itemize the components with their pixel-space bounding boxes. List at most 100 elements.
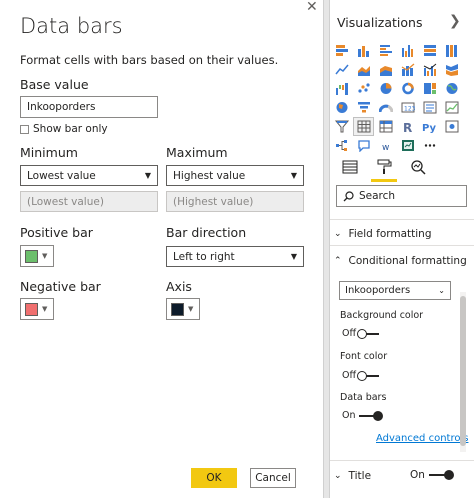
line-chart-icon[interactable]	[332, 61, 351, 78]
decomposition-tree-icon[interactable]	[332, 137, 351, 154]
search-placeholder: Search	[359, 190, 396, 202]
bar-direction-select[interactable]: Left to right ▼	[166, 246, 304, 267]
data-bars-label: Data bars	[340, 392, 387, 403]
title-section[interactable]: ⌄ Title	[334, 470, 371, 482]
clustered-bar-chart-icon[interactable]	[376, 42, 395, 59]
data-bars-state: On	[342, 410, 356, 421]
pane-tabs	[340, 156, 428, 182]
line-and-column-chart-icon[interactable]	[398, 61, 417, 78]
separator	[330, 245, 474, 246]
advanced-controls-link[interactable]: Advanced controls	[376, 433, 468, 444]
background-color-label: Background color	[340, 310, 424, 321]
negative-color-swatch	[25, 302, 38, 316]
table-icon[interactable]	[353, 117, 374, 136]
title-toggle[interactable]: On	[410, 469, 454, 481]
negative-bar-label: Negative bar	[20, 279, 101, 294]
minimum-select[interactable]: Lowest value ▼	[20, 165, 158, 186]
svg-text:Py: Py	[422, 123, 437, 133]
ribbon-chart-icon[interactable]	[442, 61, 461, 78]
line-and-clustered-column-chart-icon[interactable]	[420, 61, 439, 78]
cancel-button[interactable]: Cancel	[250, 468, 296, 488]
caret-down-icon: ▼	[144, 171, 151, 180]
gauge-icon[interactable]	[376, 99, 395, 116]
chevron-down-icon: ⌄	[334, 229, 342, 239]
python-visual-icon[interactable]: Py	[420, 118, 439, 135]
base-value-input[interactable]: Inkooporders	[20, 96, 158, 118]
bar-direction-label: Bar direction	[166, 225, 247, 240]
key-influencers-icon[interactable]	[442, 118, 461, 135]
analytics-tab[interactable]	[408, 156, 428, 178]
conditional-formatting-label: Conditional formatting	[348, 255, 467, 267]
stacked-bar-chart-icon[interactable]	[332, 42, 351, 59]
conditional-field-select[interactable]: Inkooporders ⌄	[339, 281, 451, 300]
stacked-column-chart-icon[interactable]	[354, 42, 373, 59]
font-color-toggle[interactable]: Off	[342, 370, 380, 381]
separator	[330, 460, 474, 461]
ok-button[interactable]: OK	[191, 468, 237, 488]
map-icon[interactable]	[442, 80, 461, 97]
maximum-label: Maximum	[166, 145, 228, 160]
fields-tab[interactable]	[340, 156, 360, 178]
kpi-icon[interactable]	[442, 99, 461, 116]
pie-chart-icon[interactable]	[376, 80, 395, 97]
data-bars-toggle[interactable]: On	[342, 410, 383, 421]
svg-text:R: R	[403, 121, 412, 133]
100-stacked-bar-chart-icon[interactable]	[420, 42, 439, 59]
positive-bar-label: Positive bar	[20, 225, 93, 240]
waterfall-chart-icon[interactable]	[332, 80, 351, 97]
maximum-select[interactable]: Highest value ▼	[166, 165, 304, 186]
show-bar-only-label: Show bar only	[33, 123, 108, 135]
fields-icon	[342, 160, 358, 174]
slicer-icon[interactable]	[332, 118, 351, 135]
visualizations-pane: Visualizations ❯ 123 R Py w Search ⌄ Fie…	[329, 0, 474, 498]
search-icon	[343, 190, 354, 202]
caret-down-icon: ▼	[42, 305, 48, 313]
matrix-icon[interactable]	[376, 118, 395, 135]
scrollbar-thumb[interactable]	[460, 296, 466, 446]
custom-visual-icon[interactable]	[398, 137, 417, 154]
funnel-chart-icon[interactable]	[354, 99, 373, 116]
search-input[interactable]: Search	[336, 185, 467, 207]
axis-label: Axis	[166, 279, 192, 294]
r-script-visual-icon[interactable]: R	[398, 118, 417, 135]
separator	[330, 219, 474, 220]
background-color-toggle[interactable]: Off	[342, 328, 380, 339]
collapse-pane-icon[interactable]: ❯	[449, 13, 461, 29]
conditional-formatting-section[interactable]: ⌃ Conditional formatting	[334, 255, 467, 267]
field-formatting-section[interactable]: ⌄ Field formatting	[334, 228, 432, 240]
checkbox-icon[interactable]	[20, 124, 29, 134]
scatter-chart-icon[interactable]	[354, 80, 373, 97]
100-stacked-column-chart-icon[interactable]	[442, 42, 461, 59]
caret-down-icon: ▼	[290, 252, 297, 261]
background-color-state: Off	[342, 328, 357, 339]
donut-chart-icon[interactable]	[398, 80, 417, 97]
stacked-area-chart-icon[interactable]	[376, 61, 395, 78]
filled-map-icon[interactable]	[332, 99, 351, 116]
visual-type-grid: 123 R Py w	[332, 42, 472, 156]
minimum-value-placeholder: (Lowest value)	[27, 195, 104, 208]
caret-down-icon: ▼	[290, 171, 297, 180]
minimum-value-input: (Lowest value)	[20, 191, 158, 212]
card-icon[interactable]: 123	[398, 99, 417, 116]
negative-bar-color-picker[interactable]: ▼	[20, 298, 54, 320]
clustered-column-chart-icon[interactable]	[398, 42, 417, 59]
font-color-state: Off	[342, 370, 357, 381]
more-options-icon[interactable]	[420, 137, 439, 154]
close-icon[interactable]: ✕	[306, 0, 320, 14]
chevron-up-icon: ⌃	[334, 256, 342, 266]
dialog-description: Format cells with bars based on their va…	[20, 53, 279, 67]
bar-direction-selected: Left to right	[173, 250, 235, 263]
word-visual-icon[interactable]: w	[376, 137, 395, 154]
show-bar-only-checkbox[interactable]: Show bar only	[20, 123, 108, 135]
visualizations-title: Visualizations	[337, 15, 423, 30]
multi-row-card-icon[interactable]	[420, 99, 439, 116]
minimum-selected: Lowest value	[27, 169, 96, 182]
qa-visual-icon[interactable]	[354, 137, 373, 154]
format-tab[interactable]	[371, 156, 397, 182]
treemap-icon[interactable]	[420, 80, 439, 97]
caret-down-icon: ▼	[42, 252, 48, 260]
positive-bar-color-picker[interactable]: ▼	[20, 245, 54, 267]
area-chart-icon[interactable]	[354, 61, 373, 78]
minimum-label: Minimum	[20, 145, 78, 160]
axis-color-picker[interactable]: ▼	[166, 298, 200, 320]
